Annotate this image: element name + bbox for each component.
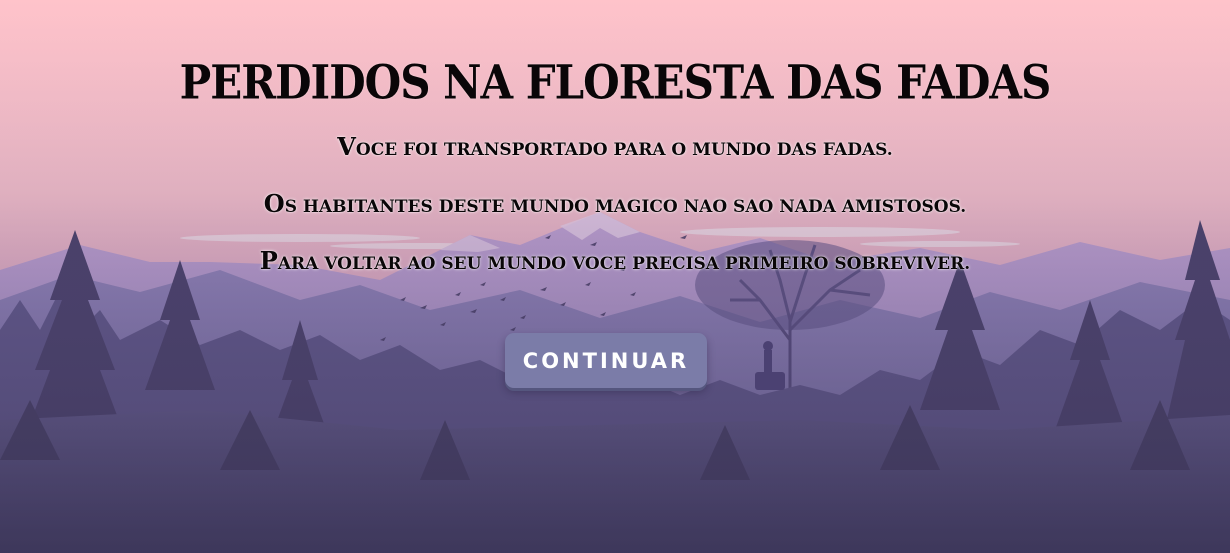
intro-line-2: Os habitantes deste mundo magico nao sao… [263, 189, 967, 218]
continue-button[interactable]: Continuar [505, 333, 707, 388]
intro-line-3: Para voltar ao seu mundo voce precisa pr… [259, 246, 971, 275]
intro-line-1: Voce foi transportado para o mundo das f… [337, 132, 893, 161]
continue-button-label: Continuar [522, 348, 690, 373]
game-title: PERDIDOS NA FLORESTA DAS FADAS [179, 55, 1052, 110]
